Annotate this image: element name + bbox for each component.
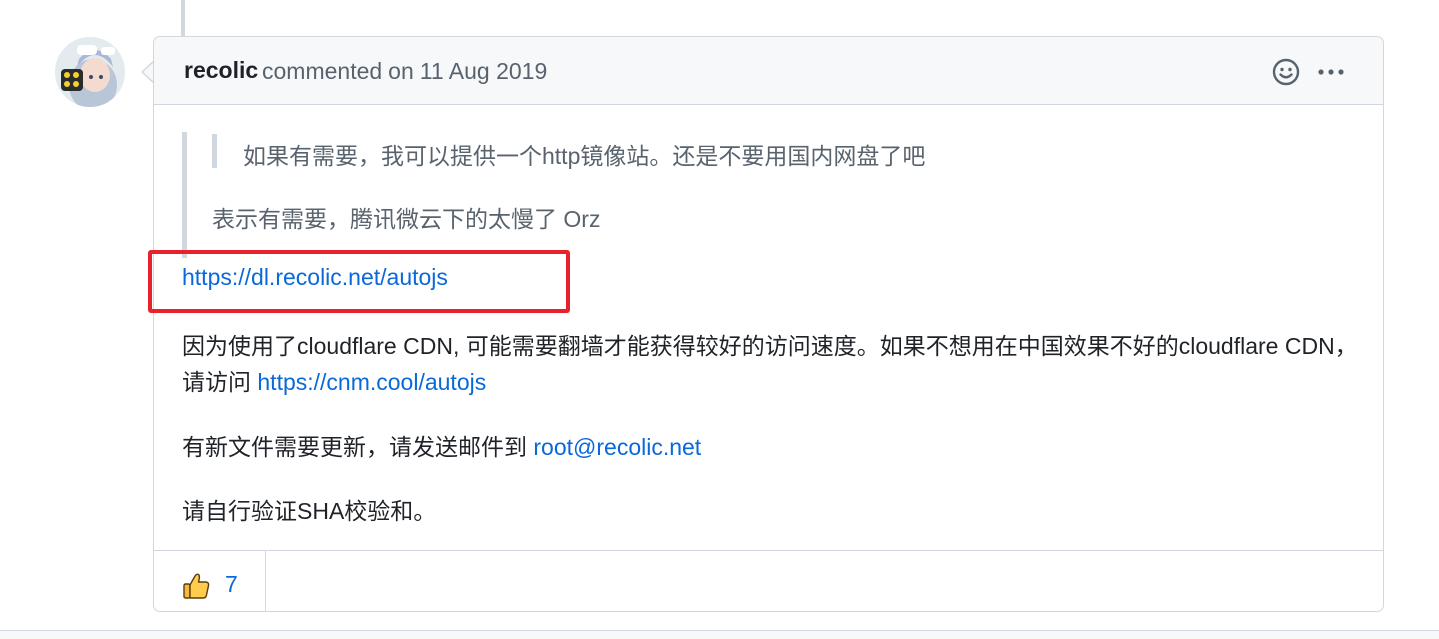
- timeline-comment: recolic commented on 11 Aug 2019 如果有需要，我可以…: [148, 36, 1384, 612]
- smiley-icon: [1272, 58, 1300, 86]
- add-reaction-button[interactable]: [1271, 57, 1301, 87]
- kebab-horizontal-icon: [1318, 69, 1344, 75]
- avatar[interactable]: [55, 37, 125, 107]
- timeline-line: [181, 0, 185, 36]
- comment-header: recolic commented on 11 Aug 2019: [154, 37, 1383, 105]
- thumbs-up-icon: [183, 573, 210, 599]
- download-paragraph: https://dl.recolic.net/autojs: [182, 264, 448, 291]
- avatar-image: [55, 37, 125, 107]
- comment-action: commented: [262, 58, 383, 84]
- mirror-link[interactable]: https://cnm.cool/autojs: [257, 369, 486, 395]
- reactions-bar: 7: [154, 550, 1383, 612]
- reaction-count: 7: [225, 571, 238, 597]
- update-note-text: 有新文件需要更新，请发送邮件到: [182, 434, 534, 460]
- comment-meta: commented on 11 Aug 2019: [262, 58, 547, 85]
- thumbs-up-reaction-button[interactable]: 7: [154, 551, 266, 612]
- comment-date-prefix: on: [388, 58, 414, 84]
- email-link[interactable]: root@recolic.net: [533, 434, 701, 460]
- download-link[interactable]: https://dl.recolic.net/autojs: [182, 264, 448, 290]
- comment-author-link[interactable]: recolic: [184, 57, 258, 84]
- verify-paragraph: 请自行验证SHA校验和。: [182, 498, 437, 524]
- comment-date[interactable]: 11 Aug 2019: [420, 58, 547, 84]
- update-paragraph: 有新文件需要更新，请发送邮件到 root@recolic.net: [182, 428, 701, 462]
- nested-quote-text: 如果有需要，我可以提供一个http镜像站。还是不要用国内网盘了吧: [243, 143, 926, 169]
- comment-options-button[interactable]: [1316, 57, 1346, 87]
- quote-text: 表示有需要，腾讯微云下的太慢了 Orz: [212, 206, 601, 232]
- blockquote-border: [182, 132, 187, 258]
- cdn-paragraph: 因为使用了cloudflare CDN, 可能需要翻墙才能获得较好的访问速度。如…: [182, 328, 1362, 400]
- nested-blockquote-border: [212, 134, 217, 168]
